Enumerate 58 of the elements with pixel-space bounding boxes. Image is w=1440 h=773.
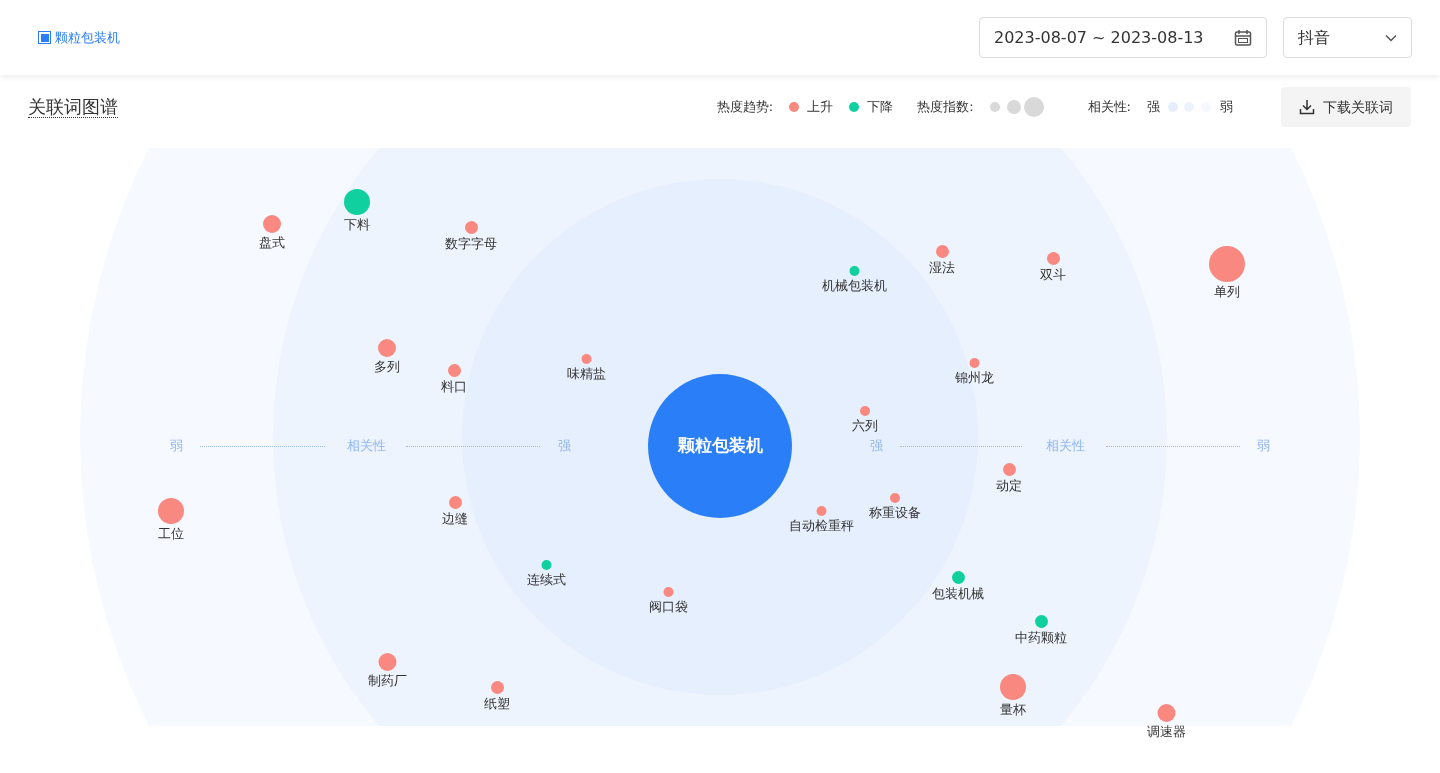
keyword-text: 颗粒包装机 bbox=[55, 28, 120, 47]
keyword-node[interactable] bbox=[969, 358, 979, 368]
node-label: 双斗 bbox=[1040, 266, 1066, 283]
node-label: 动定 bbox=[996, 477, 1022, 494]
legend-label: 相关性: bbox=[1087, 98, 1131, 117]
platform-dropdown[interactable]: 抖音 bbox=[1283, 17, 1412, 58]
relevance-scale-icon bbox=[1168, 102, 1212, 112]
node-label: 边缝 bbox=[442, 510, 468, 527]
node-label: 锦州龙 bbox=[954, 370, 994, 386]
download-icon bbox=[1299, 99, 1315, 115]
legend-label: 热度趋势: bbox=[716, 98, 774, 117]
node-label: 数字字母 bbox=[445, 235, 497, 252]
node-label: 湿法 bbox=[929, 259, 955, 276]
keyword-tag[interactable]: 颗粒包装机 bbox=[38, 27, 120, 48]
axis-label: 相关性 bbox=[346, 437, 386, 456]
keyword-node[interactable] bbox=[663, 587, 673, 597]
calendar-icon bbox=[1234, 28, 1252, 47]
node-label: 工位 bbox=[158, 526, 184, 542]
node-label: 包装机械 bbox=[932, 585, 984, 602]
legend-text: 弱 bbox=[1220, 98, 1233, 117]
node-label: 多列 bbox=[374, 359, 400, 375]
keyword-node[interactable] bbox=[860, 406, 870, 416]
axis-label: 弱 bbox=[1256, 437, 1270, 456]
node-label: 料口 bbox=[441, 378, 467, 395]
axis-label: 弱 bbox=[169, 437, 183, 456]
keyword-node[interactable] bbox=[849, 266, 859, 276]
date-range-picker[interactable]: 2023-08-07 ~ 2023-08-13 bbox=[979, 17, 1267, 58]
square-icon bbox=[38, 31, 51, 44]
axis-label: 强 bbox=[869, 437, 883, 456]
keyword-node[interactable] bbox=[581, 354, 591, 364]
node-label: 机械包装机 bbox=[821, 278, 887, 294]
node-label: 阀口袋 bbox=[648, 599, 688, 615]
heat-size-icon bbox=[989, 97, 1044, 117]
node-label: 连续式 bbox=[526, 572, 566, 588]
download-button[interactable]: 下载关联词 bbox=[1281, 87, 1411, 127]
node-label: 六列 bbox=[852, 418, 878, 434]
legend-text: 上升 bbox=[807, 98, 834, 117]
legend-text: 强 bbox=[1147, 98, 1160, 117]
legend-text: 下降 bbox=[867, 98, 894, 117]
axis-label: 相关性 bbox=[1045, 437, 1085, 456]
node-label: 下料 bbox=[344, 217, 370, 233]
node-label: 调速器 bbox=[1146, 724, 1186, 740]
node-label: 量杯 bbox=[1000, 702, 1026, 718]
axis-label: 强 bbox=[557, 437, 571, 456]
chevron-down-icon bbox=[1385, 33, 1397, 42]
node-label: 自动检重秤 bbox=[788, 518, 854, 534]
keyword-node[interactable] bbox=[816, 506, 826, 516]
node-label: 称重设备 bbox=[869, 505, 921, 521]
section-title: 关联词图谱 bbox=[28, 95, 118, 119]
node-label: 制药厂 bbox=[367, 673, 407, 689]
node-label: 中药颗粒 bbox=[1015, 629, 1067, 646]
legend-label: 热度指数: bbox=[917, 98, 974, 117]
keyword-node[interactable] bbox=[890, 493, 900, 503]
keyword-node[interactable] bbox=[541, 560, 551, 570]
node-label: 纸塑 bbox=[484, 695, 510, 712]
node-label: 味精盐 bbox=[566, 366, 606, 382]
node-label: 单列 bbox=[1214, 284, 1240, 300]
node-label: 盘式 bbox=[259, 235, 285, 251]
